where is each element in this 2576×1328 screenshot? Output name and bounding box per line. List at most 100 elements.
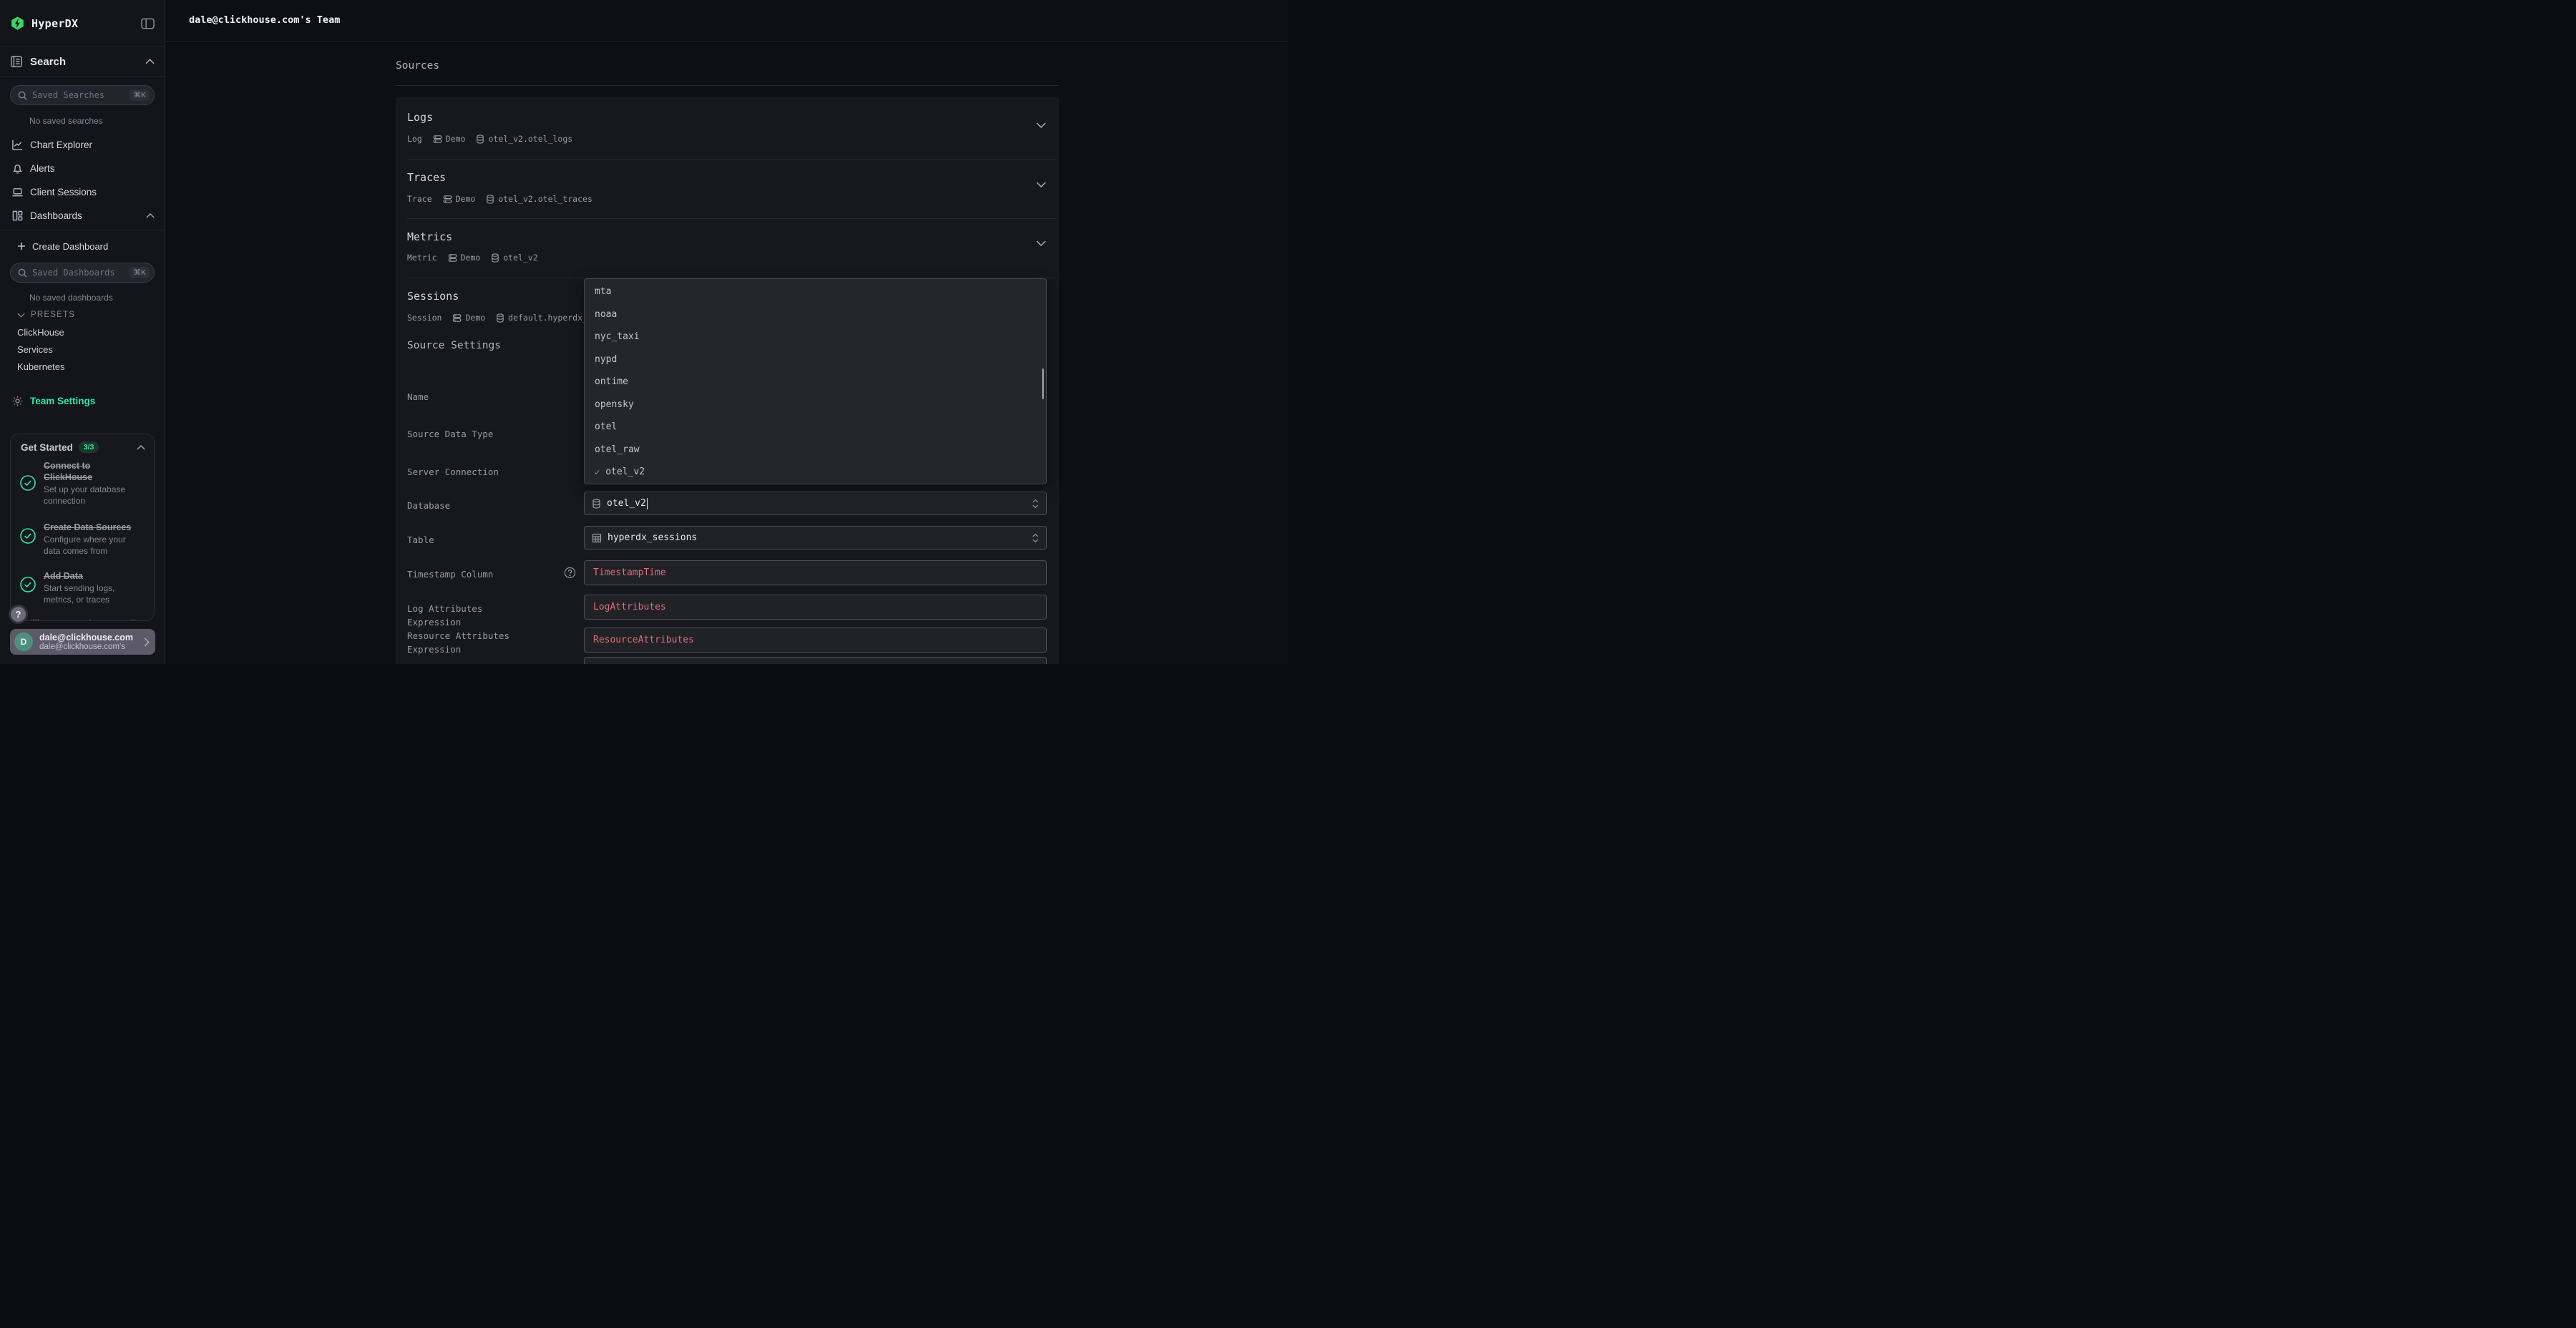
sidebar-collapse-icon[interactable] — [141, 18, 155, 29]
log-attributes-input[interactable]: LogAttributes — [584, 595, 1047, 620]
source-settings-title: Source Settings — [407, 340, 501, 351]
database-icon — [486, 195, 494, 204]
checklist-item-title: Add Data — [44, 570, 144, 582]
chevron-down-icon[interactable] — [1036, 182, 1046, 187]
select-chevrons-icon[interactable] — [1032, 498, 1039, 509]
checklist-item-title: Get started! You're all set! — [44, 619, 155, 621]
next-field-clipped[interactable] — [584, 657, 1047, 664]
timestamp-column-value: TimestampTime — [593, 567, 666, 578]
help-circle-icon[interactable] — [564, 567, 576, 579]
timestamp-column-input[interactable]: TimestampTime — [584, 560, 1047, 585]
checklist-item[interactable]: Connect to ClickHouse Set up your databa… — [19, 460, 148, 507]
table-select[interactable]: hyperdx_sessions — [584, 526, 1047, 550]
presets-toggle[interactable]: PRESETS — [17, 311, 75, 319]
database-icon — [592, 499, 601, 509]
sidebar-item-dashboards[interactable]: Dashboards — [0, 205, 165, 225]
connection-name: Demo — [461, 253, 481, 263]
dropdown-option[interactable]: otel — [585, 416, 1046, 439]
checklist-item[interactable]: Create Data Sources Configure where your… — [19, 522, 148, 557]
dropdown-option[interactable]: nypd — [585, 348, 1046, 371]
database-icon — [496, 313, 504, 323]
user-name: dale@clickhouse.com — [39, 633, 144, 643]
checklist-item-desc: Set up your database connection — [44, 484, 138, 507]
resource-attributes-label: Resource Attributes Expression — [407, 629, 522, 656]
dropdown-option[interactable]: nyc_taxi — [585, 326, 1046, 348]
database-icon — [476, 135, 484, 144]
checklist-item-partial[interactable]: 🎉Get started! You're all set! — [29, 619, 155, 621]
gear-icon — [11, 395, 24, 407]
saved-dashboards-placeholder: Saved Dashboards — [32, 268, 130, 278]
source-traces-title: Traces — [407, 171, 446, 184]
app-window: HyperDX Search Saved Searches ⌘K No save… — [0, 0, 1288, 664]
saved-searches-placeholder: Saved Searches — [32, 90, 130, 100]
get-started-panel: Get Started 3/3 Connect to ClickHouse Se… — [10, 434, 155, 621]
dropdown-option-selected[interactable]: ✓otel_v2 — [585, 461, 1046, 484]
connection-name: Demo — [465, 313, 485, 323]
dropdown-option[interactable]: otel_raw — [585, 439, 1046, 462]
divider — [407, 159, 1056, 160]
table-path: otel_v2.otel_traces — [498, 194, 592, 204]
chevron-up-icon[interactable] — [145, 59, 155, 64]
dropdown-option[interactable]: mta — [585, 280, 1046, 303]
search-icon — [18, 268, 27, 278]
main-content: Sources Logs Log Demo otel_v2.otel_logs … — [165, 42, 1288, 664]
sidebar-item-label: Dashboards — [30, 210, 82, 221]
sidebar: HyperDX Search Saved Searches ⌘K No save… — [0, 0, 165, 664]
resource-attributes-value: ResourceAttributes — [593, 635, 694, 645]
preset-services[interactable]: Services — [17, 344, 53, 355]
shortcut-badge: ⌘K — [130, 267, 150, 278]
source-data-type-label: Source Data Type — [407, 427, 536, 441]
saved-dashboards-input[interactable]: Saved Dashboards ⌘K — [10, 263, 155, 283]
dropdown-scrollbar[interactable] — [1042, 368, 1045, 399]
preset-clickhouse[interactable]: ClickHouse — [17, 327, 64, 338]
check-circle-icon — [19, 460, 44, 507]
sidebar-item-chart-explorer[interactable]: Chart Explorer — [0, 135, 165, 155]
chevron-down-icon[interactable] — [1036, 122, 1046, 128]
chevron-down-icon[interactable] — [1036, 240, 1046, 246]
preset-kubernetes[interactable]: Kubernetes — [17, 361, 65, 372]
bell-icon — [11, 162, 24, 175]
source-metrics-meta: Metric Demo otel_v2 — [407, 253, 538, 263]
connection-name: Demo — [446, 134, 466, 144]
sidebar-section-search[interactable]: Search — [0, 47, 165, 77]
progress-badge: 3/3 — [79, 441, 99, 453]
chevron-down-icon — [17, 313, 25, 318]
user-menu[interactable]: D dale@clickhouse.com dale@clickhouse.co… — [10, 629, 155, 655]
get-started-header[interactable]: Get Started 3/3 — [21, 441, 145, 453]
chevron-up-icon[interactable] — [137, 445, 145, 450]
sidebar-item-label: Alerts — [30, 163, 55, 174]
sidebar-item-label: Chart Explorer — [30, 140, 92, 150]
plus-icon — [17, 242, 26, 250]
app-title: HyperDX — [31, 17, 78, 30]
team-settings-link[interactable]: Team Settings — [11, 395, 95, 407]
sidebar-item-client-sessions[interactable]: Client Sessions — [0, 182, 165, 202]
sidebar-item-alerts[interactable]: Alerts — [0, 158, 165, 178]
resource-attributes-input[interactable]: ResourceAttributes — [584, 628, 1047, 653]
create-dashboard-button[interactable]: Create Dashboard — [0, 236, 165, 256]
server-icon — [452, 313, 462, 323]
checklist-item-desc: Configure where your data comes from — [44, 534, 141, 557]
source-kind: Log — [407, 134, 422, 144]
search-section-icon — [10, 55, 23, 68]
chevron-up-icon[interactable] — [146, 213, 155, 218]
hyperdx-logo-icon — [10, 16, 25, 31]
check-circle-icon — [19, 522, 44, 557]
select-chevrons-icon[interactable] — [1032, 532, 1039, 544]
server-connection-label: Server Connection — [407, 465, 536, 479]
dropdown-option[interactable]: opensky — [585, 394, 1046, 416]
top-bar: dale@clickhouse.com's Team — [165, 0, 1288, 42]
database-select[interactable]: otel_v2 — [584, 492, 1047, 515]
no-saved-dashboards-text: No saved dashboards — [29, 293, 113, 303]
shortcut-badge: ⌘K — [130, 89, 150, 101]
checklist-item[interactable]: Add Data Start sending logs, metrics, or… — [19, 570, 148, 605]
table-label: Table — [407, 533, 536, 547]
saved-searches-input[interactable]: Saved Searches ⌘K — [10, 85, 155, 105]
table-icon — [592, 533, 602, 543]
database-icon — [491, 253, 499, 263]
dropdown-option[interactable]: ontime — [585, 371, 1046, 394]
help-button[interactable]: ? — [9, 605, 28, 624]
team-settings-label: Team Settings — [30, 396, 95, 406]
database-dropdown: mta noaa nyc_taxi nypd ontime opensky ot… — [584, 278, 1047, 484]
no-saved-searches-text: No saved searches — [29, 116, 103, 126]
dropdown-option[interactable]: noaa — [585, 303, 1046, 326]
